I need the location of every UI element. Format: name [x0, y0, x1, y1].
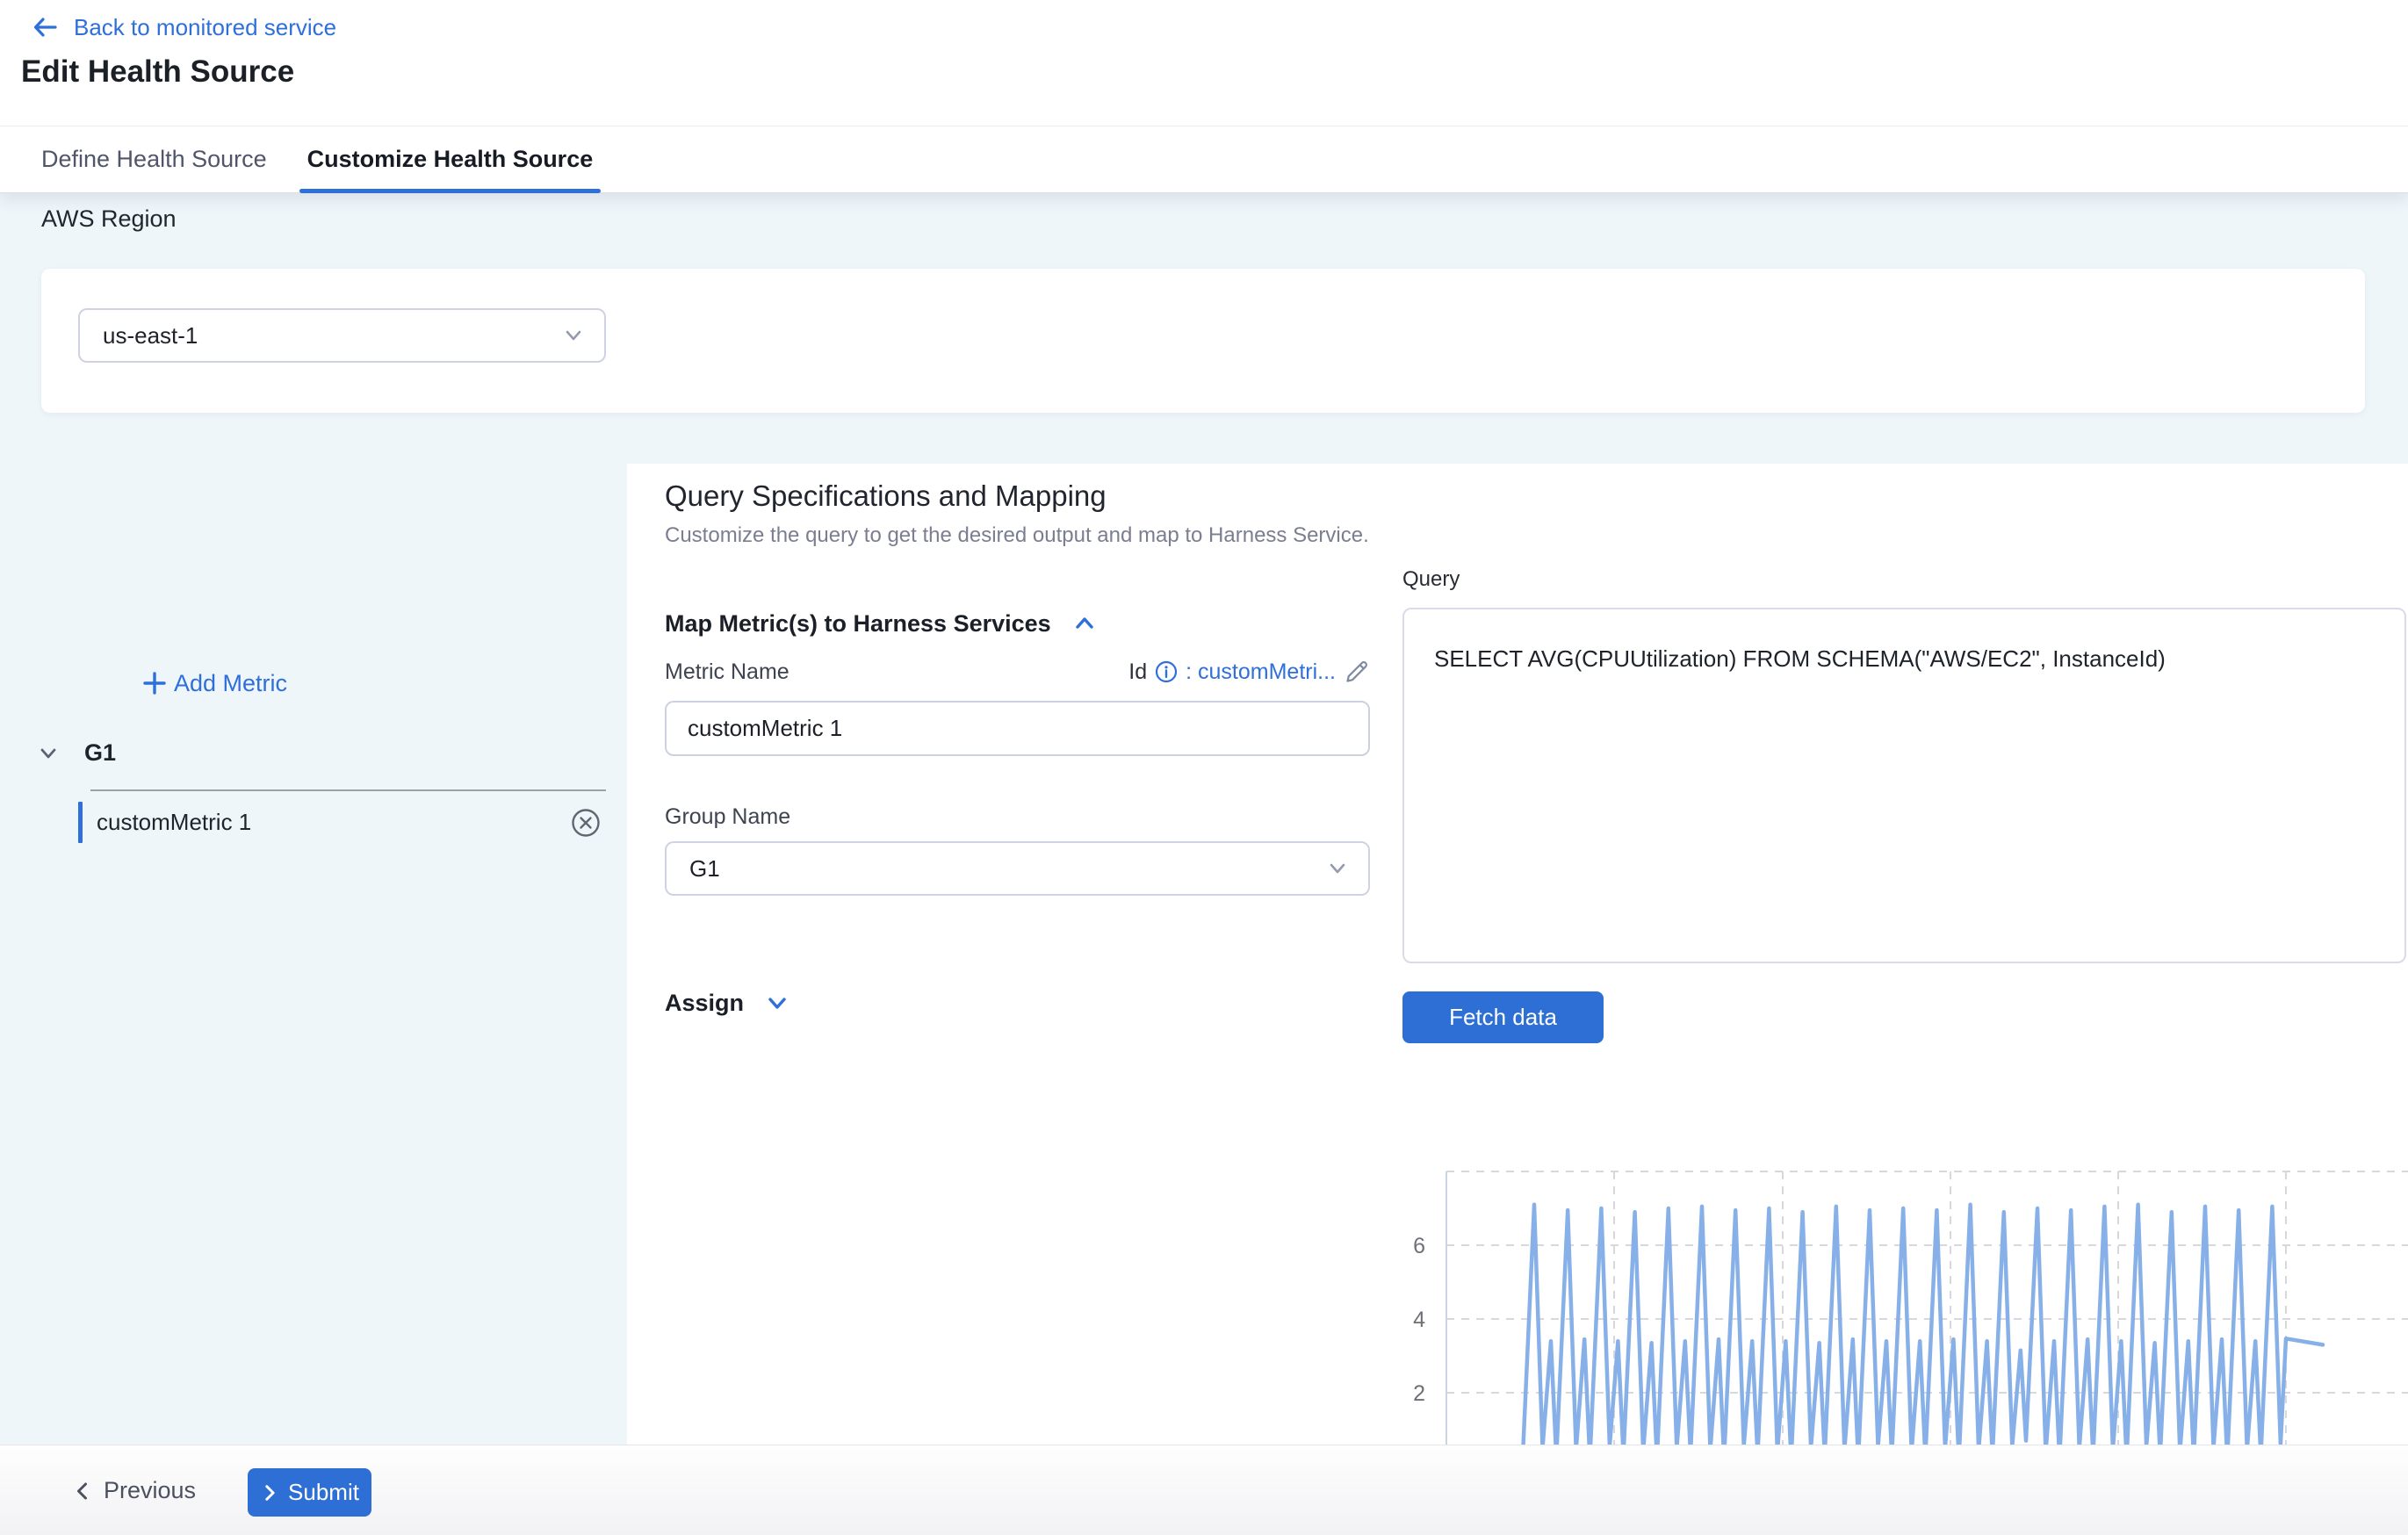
map-metrics-toggle[interactable]: Map Metric(s) to Harness Services: [665, 609, 1099, 638]
chevron-left-icon: [72, 1481, 93, 1502]
back-link-label: Back to monitored service: [74, 14, 336, 41]
plus-icon: [141, 669, 169, 697]
fetch-data-button[interactable]: Fetch data: [1402, 991, 1604, 1043]
metric-chart-container: 2 4 6: [1388, 1141, 2408, 1445]
id-label: Id: [1128, 659, 1147, 685]
svg-text:6: 6: [1413, 1234, 1425, 1258]
query-editor[interactable]: SELECT AVG(CPUUtilization) FROM SCHEMA("…: [1402, 608, 2406, 963]
chevron-down-icon: [35, 740, 61, 767]
metrics-chart: 2 4 6: [1388, 1141, 2408, 1445]
metric-name-row: Metric Name Id : customMetri...: [665, 659, 1370, 685]
map-metrics-label: Map Metric(s) to Harness Services: [665, 610, 1051, 638]
add-metric-button[interactable]: Add Metric: [141, 669, 287, 697]
chevron-down-icon: [560, 322, 587, 349]
metric-name-input[interactable]: [665, 701, 1370, 756]
selected-indicator: [78, 802, 83, 843]
page-header: Back to monitored service Edit Health So…: [0, 0, 2408, 126]
metric-name-label: Metric Name: [665, 659, 789, 685]
footer-bar: Previous Submit: [0, 1445, 2408, 1535]
chevron-down-icon: [1324, 855, 1351, 882]
tab-bar: Define Health Source Customize Health So…: [0, 126, 2408, 193]
tab-customize-health-source[interactable]: Customize Health Source: [307, 126, 594, 192]
section-heading: Query Specifications and Mapping: [665, 479, 1107, 513]
section-subheading: Customize the query to get the desired o…: [665, 523, 1369, 548]
content-area: AWS Region us-east-1 Add Metric: [0, 193, 2408, 1445]
metric-list-item[interactable]: customMetric 1: [78, 802, 606, 843]
metric-group-toggle[interactable]: G1: [35, 739, 116, 767]
chevron-up-icon: [1071, 609, 1099, 638]
aws-region-value: us-east-1: [103, 322, 198, 350]
metric-id-row: Id : customMetri...: [1128, 659, 1370, 685]
submit-button-label: Submit: [288, 1479, 359, 1506]
aws-region-label: AWS Region: [41, 205, 177, 233]
aws-region-card: us-east-1: [41, 269, 2365, 413]
query-text: SELECT AVG(CPUUtilization) FROM SCHEMA("…: [1434, 645, 2166, 672]
arrow-left-icon: [30, 12, 60, 42]
add-metric-label: Add Metric: [174, 670, 287, 697]
assign-label: Assign: [665, 990, 744, 1017]
page-title: Edit Health Source: [21, 54, 294, 90]
remove-metric-button[interactable]: [571, 808, 601, 838]
aws-region-select[interactable]: us-east-1: [78, 308, 606, 363]
previous-button-label: Previous: [104, 1477, 196, 1504]
svg-text:4: 4: [1413, 1308, 1425, 1332]
back-link[interactable]: Back to monitored service: [30, 12, 336, 42]
circle-x-icon: [571, 808, 601, 838]
info-icon[interactable]: [1155, 660, 1178, 683]
edit-health-source-page: Back to monitored service Edit Health So…: [0, 0, 2408, 1535]
group-name-label: Group Name: [665, 804, 790, 830]
previous-button[interactable]: Previous: [72, 1445, 196, 1535]
metrics-sidebar: Add Metric G1 customMetric 1: [0, 430, 627, 1445]
metric-id-link[interactable]: : customMetri...: [1186, 659, 1336, 685]
tab-define-health-source[interactable]: Define Health Source: [41, 126, 267, 192]
group-divider: [90, 789, 606, 791]
chevron-right-icon: [260, 1483, 279, 1503]
metric-group-name: G1: [84, 739, 116, 767]
svg-text:2: 2: [1413, 1381, 1425, 1406]
assign-toggle[interactable]: Assign: [665, 989, 791, 1017]
group-name-value: G1: [689, 855, 720, 883]
query-mapping-panel: Query Specifications and Mapping Customi…: [627, 464, 2408, 1445]
pencil-icon[interactable]: [1344, 659, 1370, 685]
submit-button[interactable]: Submit: [248, 1468, 371, 1517]
group-name-select[interactable]: G1: [665, 841, 1370, 896]
query-label: Query: [1402, 567, 1460, 592]
metric-item-label: customMetric 1: [97, 809, 571, 836]
chevron-down-icon: [763, 989, 791, 1017]
